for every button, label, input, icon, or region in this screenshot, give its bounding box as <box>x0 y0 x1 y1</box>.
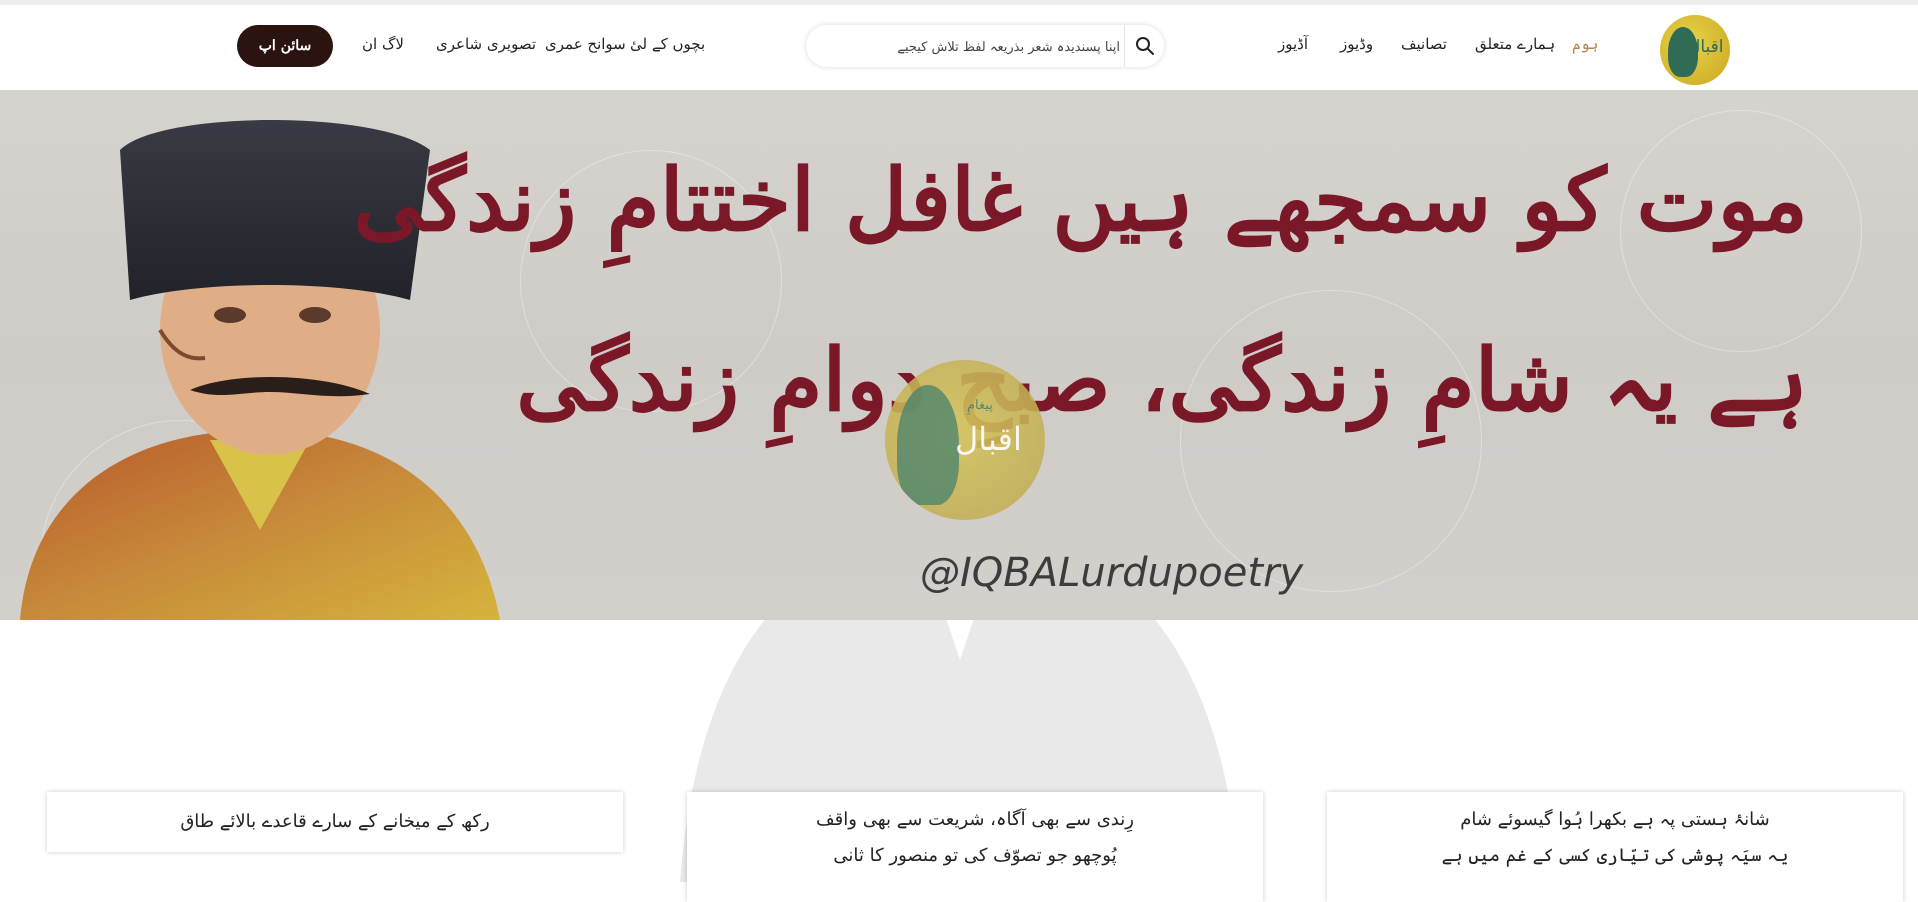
hero-verse-line-1: موت کو سمجھے ہیں غافل اختتامِ زندگی <box>353 150 1808 251</box>
card-verse-line: رِندی سے بھی آگاہ، شریعت سے بھی واقف <box>816 809 1134 830</box>
signup-button[interactable]: سائن اپ <box>237 25 333 67</box>
card-verse-line: شانۂ ہستی پہ ہے بکھرا ہُوا گیسوئے شام <box>1460 809 1770 830</box>
nav-works[interactable]: تصانیف <box>1401 35 1447 53</box>
nav-picture-poetry[interactable]: تصویری شاعری <box>436 35 536 53</box>
card-verse-line: پُوچھو جو تصوّف کی تو منصور کا ثانی <box>833 845 1117 866</box>
nav-children[interactable]: بچوں کے لیٔ <box>630 35 705 53</box>
nav-about[interactable]: ہمارے متعلق <box>1475 35 1555 53</box>
poetry-card[interactable]: رکھ کے میخانے کے سارے قاعدے بالائے طاق <box>47 792 623 852</box>
nav-home[interactable]: ہوم <box>1572 35 1598 53</box>
iqbal-logo-icon[interactable]: اقبال <box>1660 15 1730 85</box>
watermark-small-text: پیغامِ <box>967 398 993 413</box>
hero-verse-line-2: ہے یہ شامِ زندگی، صبحِ دوامِ زندگی <box>516 330 1808 431</box>
card-verse-line: رکھ کے میخانے کے سارے قاعدے بالائے طاق <box>180 811 490 832</box>
nav-videos[interactable]: وڈیوز <box>1340 35 1373 53</box>
nav-login[interactable]: لاگ ان <box>362 35 404 53</box>
iqbal-watermark-logo: پیغامِ اقبال <box>885 360 1045 520</box>
site-header: اقبال ہوم ہمارے متعلق تصانیف وڈیوز آڈیوز… <box>0 5 1918 90</box>
logo-text: اقبال <box>1688 37 1724 57</box>
hero-banner[interactable]: موت کو سمجھے ہیں غافل اختتامِ زندگی ہے ی… <box>0 90 1918 620</box>
watermark-portrait <box>897 385 959 505</box>
card-verse-line: یہ سیَہ پوشی کی تیّاری کسی کے غم میں ہے <box>1441 845 1789 866</box>
search-input[interactable] <box>818 25 1122 67</box>
hero-handle: @IQBALurdupoetry <box>920 550 1304 596</box>
poetry-card[interactable]: شانۂ ہستی پہ ہے بکھرا ہُوا گیسوئے شام یہ… <box>1327 792 1903 902</box>
nav-biography[interactable]: سوانح عمری <box>545 35 626 53</box>
nav-audios[interactable]: آڈیوز <box>1278 35 1308 53</box>
poetry-card[interactable]: رِندی سے بھی آگاہ، شریعت سے بھی واقف پُو… <box>687 792 1263 902</box>
search-button[interactable] <box>1124 25 1164 67</box>
search-box <box>806 25 1164 67</box>
watermark-text: اقبال <box>955 420 1022 458</box>
search-icon <box>1136 37 1154 55</box>
